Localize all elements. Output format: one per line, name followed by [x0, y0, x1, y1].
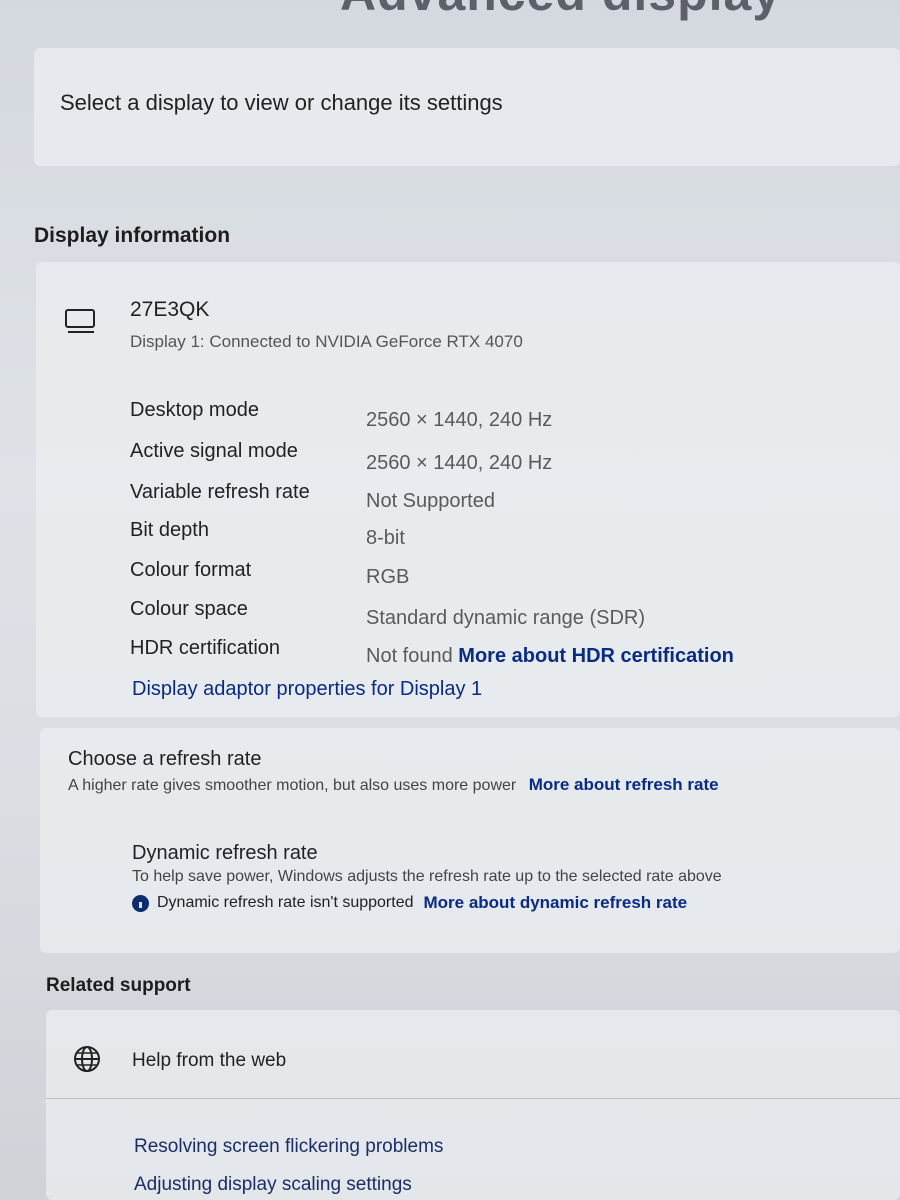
- help-from-web-expander[interactable]: Help from the web: [132, 1050, 286, 1072]
- globe-icon: [74, 1046, 100, 1072]
- display-information-heading: Display information: [34, 224, 231, 247]
- dynamic-refresh-link[interactable]: More about dynamic refresh rate: [424, 893, 688, 913]
- prop-value-variable-refresh-rate: Not Supported: [366, 490, 495, 512]
- prop-label-active-signal-mode: Active signal mode: [130, 440, 298, 462]
- dynamic-refresh-note: Dynamic refresh rate isn't supported Mor…: [132, 893, 687, 913]
- monitor-icon: [65, 309, 95, 333]
- prop-label-bit-depth: Bit depth: [130, 519, 209, 541]
- refresh-rate-link[interactable]: More about refresh rate: [529, 775, 719, 794]
- hdr-status: Not found: [366, 645, 453, 667]
- monitor-name: 27E3QK: [130, 298, 210, 321]
- related-support-card: [46, 1010, 900, 1200]
- page-title: Advanced display: [340, 0, 900, 22]
- prop-value-bit-depth: 8-bit: [366, 527, 405, 549]
- prop-value-colour-space: Standard dynamic range (SDR): [366, 607, 646, 629]
- support-link-scaling[interactable]: Adjusting display scaling settings: [134, 1174, 412, 1196]
- hdr-certification-link[interactable]: More about HDR certification: [458, 645, 734, 667]
- dynamic-refresh-status: Dynamic refresh rate isn't supported: [157, 894, 414, 911]
- dynamic-refresh-subtitle: To help save power, Windows adjusts the …: [132, 868, 722, 885]
- prop-value-hdr-certification: Not found More about HDR certification: [366, 645, 734, 668]
- monitor-connection: Display 1: Connected to NVIDIA GeForce R…: [130, 332, 523, 351]
- dynamic-refresh-title: Dynamic refresh rate: [132, 842, 318, 864]
- prop-label-hdr-certification: HDR certification: [130, 637, 281, 659]
- refresh-rate-title: Choose a refresh rate: [68, 748, 262, 770]
- settings-page: Advanced display Select a display to vie…: [0, 0, 900, 1200]
- related-support-heading: Related support: [46, 975, 191, 996]
- refresh-rate-description: A higher rate gives smoother motion, but…: [68, 777, 517, 794]
- prop-label-colour-format: Colour format: [130, 559, 252, 581]
- prop-label-colour-space: Colour space: [130, 598, 248, 620]
- prop-value-desktop-mode: 2560 × 1440, 240 Hz: [366, 409, 553, 431]
- prop-value-colour-format: RGB: [366, 566, 410, 588]
- prop-label-desktop-mode: Desktop mode: [130, 399, 259, 421]
- divider: [46, 1098, 900, 1099]
- info-icon: [132, 894, 149, 912]
- refresh-rate-subtitle: A higher rate gives smoother motion, but…: [68, 775, 719, 795]
- support-link-flickering[interactable]: Resolving screen flickering problems: [134, 1136, 443, 1158]
- select-display-label: Select a display to view or change its s…: [60, 90, 503, 115]
- prop-label-variable-refresh-rate: Variable refresh rate: [130, 481, 310, 503]
- display-adaptor-properties-link[interactable]: Display adaptor properties for Display 1: [132, 678, 482, 701]
- prop-value-active-signal-mode: 2560 × 1440, 240 Hz: [366, 452, 553, 474]
